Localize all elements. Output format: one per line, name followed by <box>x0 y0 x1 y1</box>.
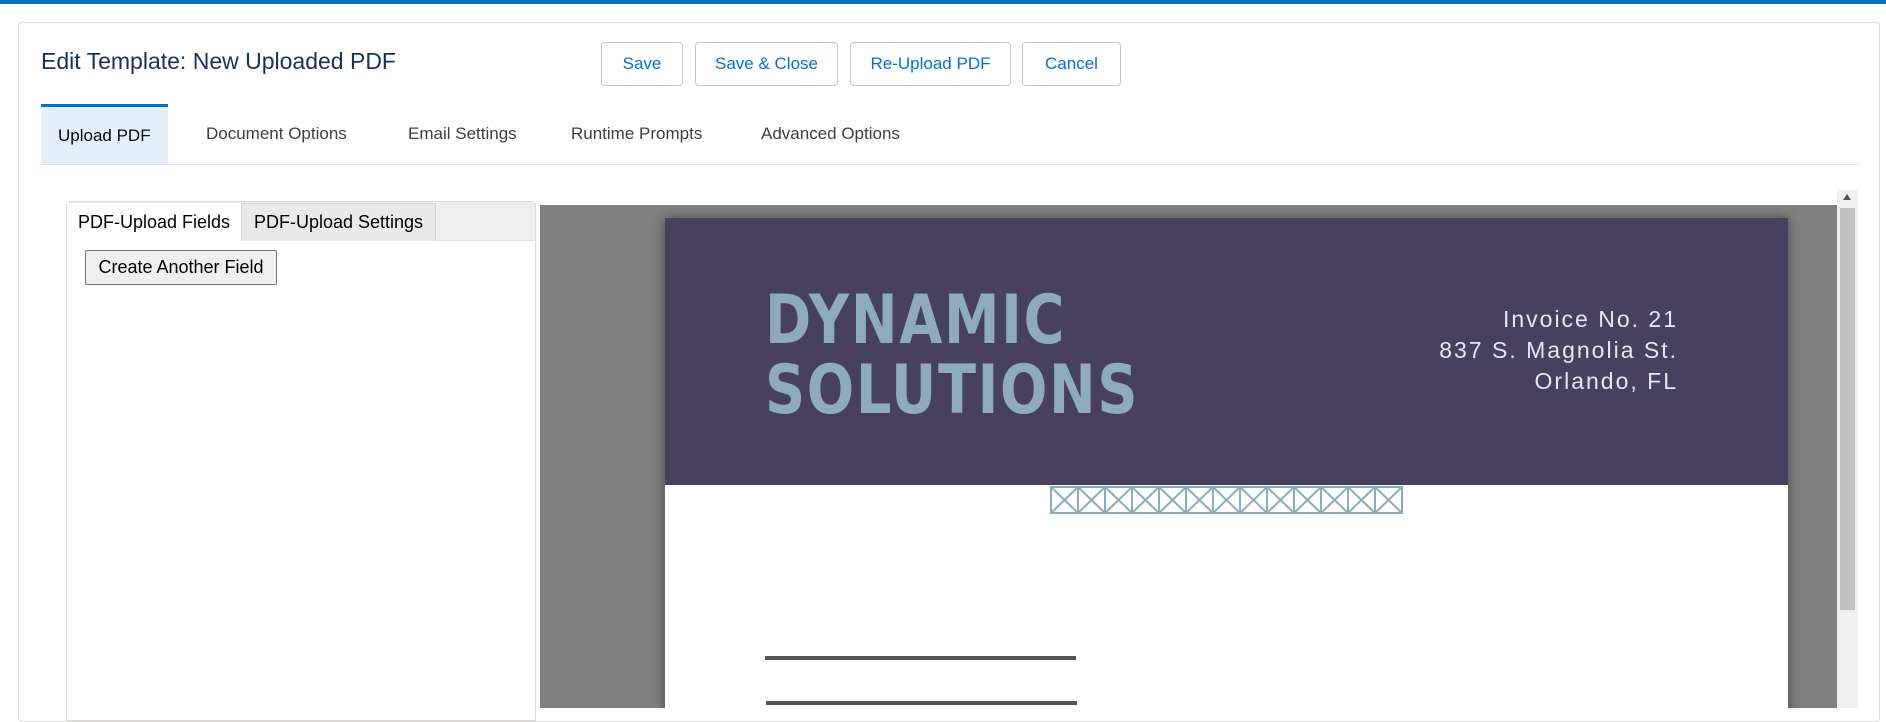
pdf-viewer[interactable]: DYNAMIC SOLUTIONS Invoice No. 21 837 S. … <box>540 205 1837 708</box>
company-name-line-1: DYNAMIC <box>765 281 1067 360</box>
tab-email-settings[interactable]: Email Settings <box>408 104 517 164</box>
tab-runtime-prompts[interactable]: Runtime Prompts <box>571 104 702 164</box>
company-name: DYNAMIC SOLUTIONS <box>765 286 1139 426</box>
tab-upload-pdf[interactable]: Upload PDF <box>41 104 168 164</box>
company-name-line-2: SOLUTIONS <box>765 351 1140 430</box>
create-another-field-button[interactable]: Create Another Field <box>85 250 277 285</box>
save-button[interactable]: Save <box>601 42 683 86</box>
scrollbar-thumb[interactable] <box>1840 208 1855 610</box>
subtab-pdf-upload-settings[interactable]: PDF-Upload Settings <box>241 203 436 241</box>
address-line-1: 837 S. Magnolia St. <box>1439 337 1678 363</box>
save-close-button[interactable]: Save & Close <box>695 42 838 86</box>
pdf-page: DYNAMIC SOLUTIONS Invoice No. 21 837 S. … <box>665 218 1788 708</box>
address-line-2: Orlando, FL <box>1534 368 1678 394</box>
signature-line-2 <box>766 701 1077 705</box>
scroll-up-arrow-icon <box>1843 194 1851 200</box>
tab-document-options[interactable]: Document Options <box>206 104 347 164</box>
reupload-pdf-button[interactable]: Re-Upload PDF <box>850 42 1011 86</box>
signature-line-1 <box>765 656 1076 660</box>
scrollbar-track[interactable] <box>1837 205 1858 708</box>
pdf-fields-panel: PDF-Upload Fields PDF-Upload Settings Cr… <box>66 201 536 721</box>
invoice-number: Invoice No. 21 <box>1502 306 1678 332</box>
decorative-pattern <box>1050 486 1403 514</box>
subtab-bar: PDF-Upload Fields PDF-Upload Settings <box>67 202 535 241</box>
cancel-button[interactable]: Cancel <box>1022 42 1121 86</box>
top-accent-bar <box>0 0 1886 4</box>
scroll-up-button[interactable] <box>1837 190 1858 205</box>
subtab-pdf-upload-fields[interactable]: PDF-Upload Fields <box>67 203 241 241</box>
invoice-details: Invoice No. 21 837 S. Magnolia St. Orlan… <box>1439 304 1678 397</box>
tab-advanced-options[interactable]: Advanced Options <box>761 104 900 164</box>
invoice-header-band: DYNAMIC SOLUTIONS Invoice No. 21 837 S. … <box>665 218 1788 485</box>
page-title: Edit Template: New Uploaded PDF <box>41 48 396 74</box>
template-tabs: Upload PDF Document Options Email Settin… <box>41 104 1858 165</box>
